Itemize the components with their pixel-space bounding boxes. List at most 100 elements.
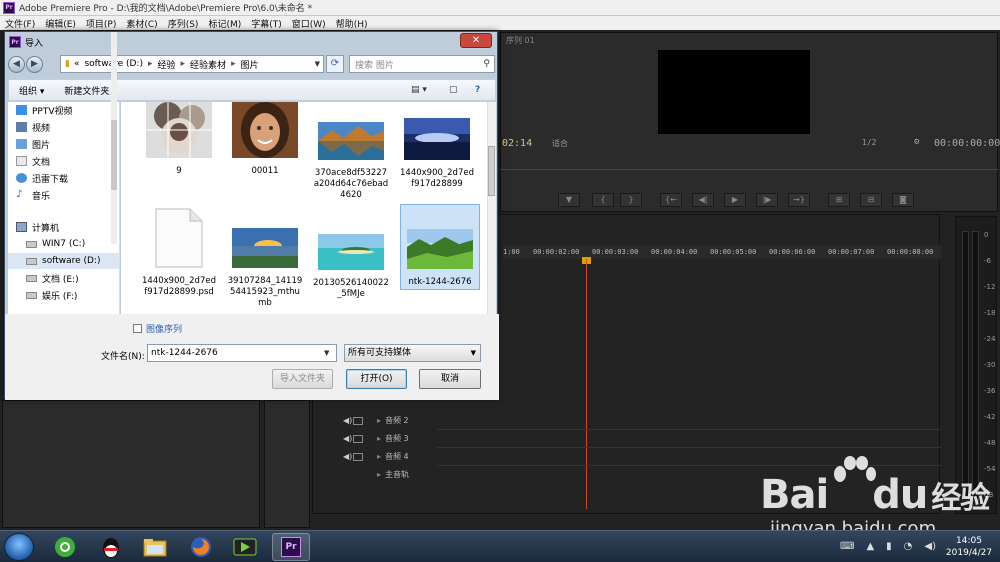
timeline-ruler[interactable]: 1:00 00:00:02:00 00:00:03:00 00:00:04:00… <box>503 245 941 259</box>
tree-item-pictures[interactable]: 图片 <box>16 136 50 152</box>
menu-title[interactable]: 字幕(T) <box>246 17 287 30</box>
menu-clip[interactable]: 素材(C) <box>121 17 162 30</box>
tree-item-drive-c[interactable]: WIN7 (C:) <box>26 236 85 252</box>
browser-360-icon[interactable] <box>46 533 84 561</box>
track-expand-icon[interactable]: ▸ <box>377 416 381 425</box>
track-expand-icon[interactable]: ▸ <box>377 470 381 479</box>
organize-button[interactable]: 组织 ▾ <box>9 84 54 97</box>
close-button[interactable]: ✕ <box>460 33 492 48</box>
track-expand-icon[interactable]: ▸ <box>377 452 381 461</box>
file-item[interactable]: 1440x900_2d7edf917d28899.psd <box>139 208 219 298</box>
image-sequence-label[interactable]: 图像序列 <box>146 322 182 335</box>
tree-item-videos[interactable]: 视频 <box>16 119 50 135</box>
chevron-down-icon[interactable]: ▼ <box>324 349 329 357</box>
go-to-out-icon[interactable]: →} <box>788 193 810 207</box>
premiere-logo-icon: Pr <box>3 1 15 14</box>
tree-item-documents[interactable]: 文档 <box>16 153 50 169</box>
menu-file[interactable]: 文件(F) <box>0 17 40 30</box>
media-player-icon[interactable] <box>226 533 264 561</box>
breadcrumb-jingyan[interactable]: 经验 <box>158 58 176 71</box>
menu-edit[interactable]: 编辑(E) <box>40 17 81 30</box>
qq-icon[interactable] <box>92 533 130 561</box>
lift-icon[interactable]: ⊞ <box>828 193 850 207</box>
menu-marker[interactable]: 标记(M) <box>203 17 246 30</box>
battery-icon[interactable]: ▮ <box>886 541 892 552</box>
menu-sequence[interactable]: 序列(S) <box>163 17 204 30</box>
volume-icon[interactable]: ◀) <box>924 541 936 552</box>
new-folder-button[interactable]: 新建文件夹 <box>54 84 119 97</box>
monitor-scrub-bar[interactable] <box>500 160 998 170</box>
tree-scrollbar-thumb[interactable] <box>111 120 117 190</box>
tree-item-computer[interactable]: 计算机 <box>16 219 59 235</box>
speaker-icon[interactable]: ◀) <box>343 452 353 461</box>
tree-item-drive-f[interactable]: 娱乐 (F:) <box>26 287 77 303</box>
help-icon[interactable]: ? <box>475 85 480 95</box>
import-folder-button[interactable]: 导入文件夹 <box>272 369 333 389</box>
back-icon[interactable]: ◀ <box>8 55 25 73</box>
search-input[interactable]: 搜索 图片 ⚲ <box>349 55 495 73</box>
settings-icon[interactable]: ⚙ <box>914 137 919 147</box>
firefox-icon[interactable] <box>182 533 220 561</box>
forward-icon[interactable]: ▶ <box>26 55 43 73</box>
chevron-down-icon[interactable]: ▼ <box>315 60 320 68</box>
file-item[interactable]: 9 <box>139 102 219 177</box>
image-sequence-checkbox[interactable]: 图像序列 <box>133 322 182 335</box>
export-frame-icon[interactable]: ◙ <box>892 193 914 207</box>
sync-lock-icon[interactable] <box>353 416 363 425</box>
file-item[interactable]: 20130526140022_5fMJe <box>311 234 391 300</box>
breadcrumb-pictures[interactable]: 图片 <box>241 58 259 71</box>
tree-item-drive-d[interactable]: software (D:) <box>8 253 119 269</box>
add-marker-icon[interactable]: ▼ <box>558 193 580 207</box>
file-item-selected[interactable]: ntk-1244-2676 <box>400 204 480 290</box>
play-icon[interactable]: ▶ <box>724 193 746 207</box>
breadcrumb-prefix[interactable]: « <box>74 59 80 69</box>
search-icon[interactable]: ⚲ <box>483 59 490 69</box>
network-icon[interactable]: ◔ <box>904 541 913 552</box>
speaker-icon[interactable]: ◀) <box>343 416 353 425</box>
tree-item-pptv[interactable]: PPTV视频 <box>16 102 73 118</box>
file-explorer-icon[interactable] <box>136 533 174 561</box>
dialog-titlebar[interactable]: Pr 导入 <box>5 32 497 52</box>
sequence-tab[interactable]: 序列 01 <box>506 35 535 46</box>
view-mode-icon[interactable]: ▤ ▾ <box>411 85 427 95</box>
tray-expand-icon[interactable]: ▲ <box>866 541 874 552</box>
speaker-icon[interactable]: ◀) <box>343 434 353 443</box>
step-back-icon[interactable]: ◀| <box>692 193 714 207</box>
tree-item-thunder-download[interactable]: 迅雷下载 <box>16 170 68 186</box>
mark-in-icon[interactable]: { <box>592 193 614 207</box>
menu-help[interactable]: 帮助(H) <box>331 17 373 30</box>
taskbar-clock[interactable]: 14:05 2019/4/27 <box>944 535 994 559</box>
playhead[interactable] <box>586 259 587 509</box>
file-item[interactable]: 39107284_1411954415923_mthumb <box>225 228 305 309</box>
cancel-button[interactable]: 取消 <box>419 369 481 389</box>
resolution-dropdown[interactable]: 1/2 <box>862 138 876 147</box>
premiere-taskbar-icon[interactable]: Pr <box>272 533 310 561</box>
file-grid-scrollbar-thumb[interactable] <box>488 146 495 196</box>
file-grid-scrollbar[interactable] <box>487 102 496 314</box>
sync-lock-icon[interactable] <box>353 434 363 443</box>
tree-item-music[interactable]: ♪ 音乐 <box>16 187 50 203</box>
fit-dropdown[interactable]: 适合 <box>552 138 568 149</box>
menu-window[interactable]: 窗口(W) <box>287 17 331 30</box>
menu-project[interactable]: 项目(P) <box>81 17 121 30</box>
keyboard-icon[interactable]: ⌨ <box>840 541 854 552</box>
start-button[interactable] <box>4 533 34 561</box>
breadcrumb-jingyan-sucai[interactable]: 经验素材 <box>190 58 226 71</box>
file-item[interactable]: 370ace8df53227a204d64c76ebad4620 <box>311 122 391 201</box>
track-expand-icon[interactable]: ▸ <box>377 434 381 443</box>
mark-out-icon[interactable]: } <box>620 193 642 207</box>
sync-lock-icon[interactable] <box>353 452 363 461</box>
open-button[interactable]: 打开(O) <box>346 369 407 389</box>
filename-input[interactable] <box>147 344 337 362</box>
tree-item-drive-e[interactable]: 文档 (E:) <box>26 270 79 286</box>
checkbox-box[interactable] <box>133 324 142 333</box>
file-item[interactable]: 00011 <box>225 102 305 177</box>
refresh-icon[interactable]: ⟳ <box>326 55 344 73</box>
preview-pane-icon[interactable]: ▢ <box>449 85 458 95</box>
go-to-in-icon[interactable]: {← <box>660 193 682 207</box>
file-item[interactable]: 1440x900_2d7edf917d28899 <box>397 118 477 190</box>
extract-icon[interactable]: ⊟ <box>860 193 882 207</box>
address-bar[interactable]: ▮ « software (D:) ▸ 经验 ▸ 经验素材 ▸ 图片 ▼ <box>60 55 324 73</box>
file-type-select[interactable]: 所有可支持媒体 ▼ <box>344 344 481 362</box>
step-forward-icon[interactable]: |▶ <box>756 193 778 207</box>
